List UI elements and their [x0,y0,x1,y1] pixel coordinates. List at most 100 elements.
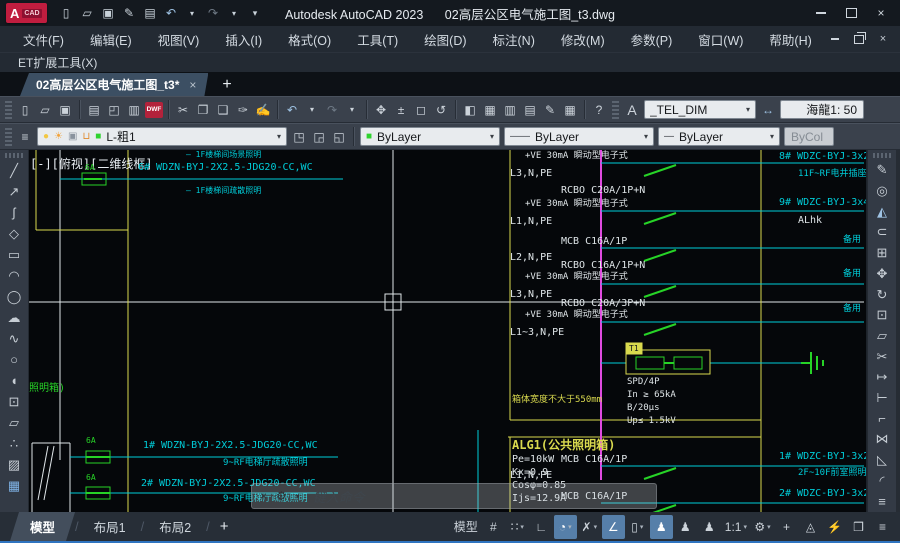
revision-cloud-icon[interactable]: ☁ [2,307,26,328]
doc-close-button[interactable]: × [872,30,894,48]
command-close-icon[interactable]: × [260,489,267,503]
menu-help[interactable]: 帮助(H) [756,26,824,53]
markup-icon[interactable]: ✎ [540,99,560,120]
linetype-combo[interactable]: ——ByLayer▾ [504,127,654,146]
recent-commands-caret-icon[interactable]: ▾ [296,492,300,501]
toolbar-grip[interactable] [873,153,891,158]
move-icon[interactable]: ✥ [870,263,894,284]
menu-format[interactable]: 格式(O) [275,26,344,53]
chevron-down-icon[interactable]: ▾ [594,523,598,531]
doc-minimize-button[interactable] [824,30,846,48]
offset-icon[interactable]: ⊂ [870,222,894,243]
pan-icon[interactable]: ✥ [371,99,391,120]
annotation-autoscale-icon[interactable]: ♟ [674,515,697,539]
toolbar-grip[interactable] [5,153,23,158]
object-snap-tracking-icon[interactable]: ✗▾ [578,515,601,539]
make-object-layer-current-icon[interactable]: ◳ [289,126,309,147]
quick-calc-icon[interactable]: ▦ [560,99,580,120]
workspace-switching-icon[interactable]: ⚙▾ [751,515,774,539]
menu-modify[interactable]: 修改(M) [548,26,618,53]
dim-style-icon[interactable]: ↔ [758,99,778,120]
construction-line-icon[interactable]: ↗ [2,181,26,202]
properties-palette-icon[interactable]: ◧ [460,99,480,120]
copy-icon[interactable]: ◎ [870,181,894,202]
toolbar-grip[interactable] [612,101,619,119]
chevron-down-icon[interactable]: ▾ [520,523,524,531]
open-file-icon[interactable]: ▱ [78,4,97,23]
redo-caret-icon[interactable]: ▾ [342,99,362,120]
chevron-down-icon[interactable]: ▾ [490,132,494,141]
publish-icon[interactable]: ▥ [124,99,144,120]
toolbar-grip[interactable] [5,101,12,119]
tab-layout1[interactable]: 布局1 [79,512,141,541]
paste-icon[interactable]: ❑ [213,99,233,120]
polyline-icon[interactable]: ʃ [2,202,26,223]
polygon-icon[interactable]: ◇ [2,223,26,244]
tab-layout2[interactable]: 布局2 [144,512,206,541]
new-tab-button[interactable]: + [222,76,231,96]
arc-icon[interactable]: ◠ [2,265,26,286]
menu-view[interactable]: 视图(V) [145,26,213,53]
layer-combo[interactable]: ●☀▣⊔■L-粗1▾ [37,127,287,146]
document-tab[interactable]: 02高层公区电气施工图_t3* × [20,73,208,96]
point-icon[interactable]: ∴ [2,433,26,454]
lineweight-combo[interactable]: —ByLayer▾ [658,127,780,146]
command-prompt[interactable]: 键入命令 [313,487,365,506]
join-icon[interactable]: ⋈ [870,429,894,450]
redo-icon[interactable]: ↷ [322,99,342,120]
tab-model[interactable]: 模型 [10,512,75,541]
open-file-icon[interactable]: ▱ [35,99,55,120]
stretch-icon[interactable]: ▱ [870,326,894,347]
save-icon[interactable]: ▣ [55,99,75,120]
layer-states-icon[interactable]: ◱ [329,126,349,147]
extend-icon[interactable]: ↦ [870,367,894,388]
polar-tracking-icon[interactable]: ◔▾ [554,515,577,539]
doc-restore-button[interactable] [848,30,870,48]
create-block-icon[interactable]: ▱ [2,412,26,433]
rotate-icon[interactable]: ↻ [870,284,894,305]
viewport-scale-field[interactable]: 海龍1: 50 [780,100,864,119]
new-file-icon[interactable]: ▯ [57,4,76,23]
layer-properties-icon[interactable]: ≡ [15,126,35,147]
customize-wrench-icon[interactable]: ⚙ [276,489,287,503]
dynamic-input-icon[interactable]: ▯▾ [626,515,649,539]
command-line[interactable]: × ⚙ ▾ 键入命令 [251,483,657,509]
mirror-icon[interactable]: ◭ [870,201,894,222]
break-at-point-icon[interactable]: ⊢ [870,388,894,409]
drawing-canvas[interactable]: [-][俯视][二维线框]— 1F楼梯间场景照明6A6# WDZN-BYJ-2X… [28,150,866,512]
erase-icon[interactable]: ✎ [870,160,894,181]
zoom-previous-icon[interactable]: ↺ [431,99,451,120]
isolate-objects-icon[interactable]: ◬ [799,515,822,539]
object-snap-icon[interactable]: ∠ [602,515,625,539]
save-icon[interactable]: ▣ [99,4,118,23]
trim-icon[interactable]: ✂ [870,346,894,367]
ellipse-arc-icon[interactable]: ◖ [2,370,26,391]
help-icon[interactable]: ? [589,99,609,120]
explode-icon[interactable]: ≡ [870,491,894,512]
design-center-icon[interactable]: ▦ [480,99,500,120]
annotation-visibility-icon[interactable]: ♟ [650,515,673,539]
graphics-performance-icon[interactable]: ⚡ [823,515,846,539]
zoom-window-icon[interactable]: ◻ [411,99,431,120]
new-layout-button[interactable]: + [210,518,239,535]
undo-caret-icon[interactable]: ▾ [183,4,202,23]
undo-caret-icon[interactable]: ▾ [302,99,322,120]
tool-palettes-icon[interactable]: ▥ [500,99,520,120]
copy-clip-icon[interactable]: ❐ [193,99,213,120]
cut-icon[interactable]: ✂ [173,99,193,120]
chevron-down-icon[interactable]: ▾ [644,132,648,141]
menu-dimension[interactable]: 标注(N) [480,26,548,53]
plot-icon[interactable]: ▤ [84,99,104,120]
export-dwf-icon[interactable]: DWF [144,99,164,120]
chevron-down-icon[interactable]: ▾ [568,523,572,531]
color-combo[interactable]: ■ByLayer▾ [360,127,500,146]
chevron-down-icon[interactable]: ▾ [746,105,750,114]
minimize-button[interactable] [806,2,836,24]
scale-icon[interactable]: ⊡ [870,305,894,326]
menu-parametric[interactable]: 参数(P) [618,26,686,53]
qat-menu-icon[interactable]: ▾ [246,4,265,23]
line-icon[interactable]: ╱ [2,160,26,181]
ellipse-icon[interactable]: ○ [2,349,26,370]
array-icon[interactable]: ⊞ [870,243,894,264]
layer-previous-icon[interactable]: ◲ [309,126,329,147]
